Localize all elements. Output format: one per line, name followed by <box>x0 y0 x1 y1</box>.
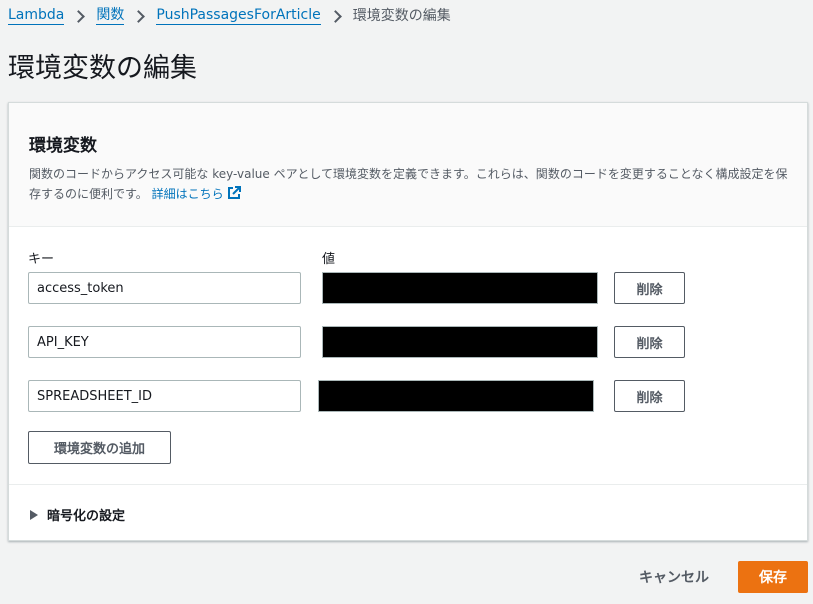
encryption-settings-toggle[interactable]: 暗号化の設定 <box>30 505 125 524</box>
environment-variables-panel: 環境変数 関数のコードからアクセス可能な key-value ペアとして環境変数… <box>8 102 808 541</box>
breadcrumb: Lambda 関数 PushPassagesForArticle 環境変数の編集 <box>8 7 451 25</box>
add-environment-variable-button[interactable]: 環境変数の追加 <box>28 431 171 464</box>
learn-more-label: 詳細はこちら <box>151 187 224 201</box>
env-value-input-3[interactable] <box>318 380 594 412</box>
breadcrumb-lambda[interactable]: Lambda <box>8 7 65 25</box>
env-key-input-1[interactable] <box>28 272 301 304</box>
env-value-input-1[interactable] <box>322 272 598 304</box>
remove-button-3[interactable]: 削除 <box>614 380 685 412</box>
breadcrumb-function-name[interactable]: PushPassagesForArticle <box>156 7 321 25</box>
panel-title: 環境変数 <box>29 136 97 156</box>
value-column-label: 値 <box>322 252 336 267</box>
env-value-input-2[interactable] <box>322 326 598 358</box>
breadcrumb-functions[interactable]: 関数 <box>96 7 125 25</box>
chevron-right-icon <box>132 9 146 23</box>
env-key-input-2[interactable] <box>28 326 301 358</box>
save-button[interactable]: 保存 <box>738 561 808 593</box>
page-title: 環境変数の編集 <box>8 53 197 84</box>
env-key-input-3[interactable] <box>28 380 301 412</box>
cancel-button[interactable]: キャンセル <box>624 561 724 593</box>
divider <box>9 484 807 485</box>
remove-button-1[interactable]: 削除 <box>614 272 685 304</box>
chevron-right-icon <box>328 9 342 23</box>
panel-header: 環境変数 関数のコードからアクセス可能な key-value ペアとして環境変数… <box>9 103 807 227</box>
breadcrumb-current: 環境変数の編集 <box>352 7 451 24</box>
panel-description: 関数のコードからアクセス可能な key-value ペアとして環境変数を定義でき… <box>29 164 794 204</box>
caret-right-icon <box>30 509 38 520</box>
encryption-settings-label: 暗号化の設定 <box>47 509 126 524</box>
learn-more-link[interactable]: 詳細はこちら <box>151 186 241 201</box>
external-link-icon <box>227 186 241 199</box>
chevron-right-icon <box>72 9 86 23</box>
panel-description-text: 関数のコードからアクセス可能な key-value ペアとして環境変数を定義でき… <box>29 167 788 201</box>
key-column-label: キー <box>28 252 55 267</box>
remove-button-2[interactable]: 削除 <box>614 326 685 358</box>
